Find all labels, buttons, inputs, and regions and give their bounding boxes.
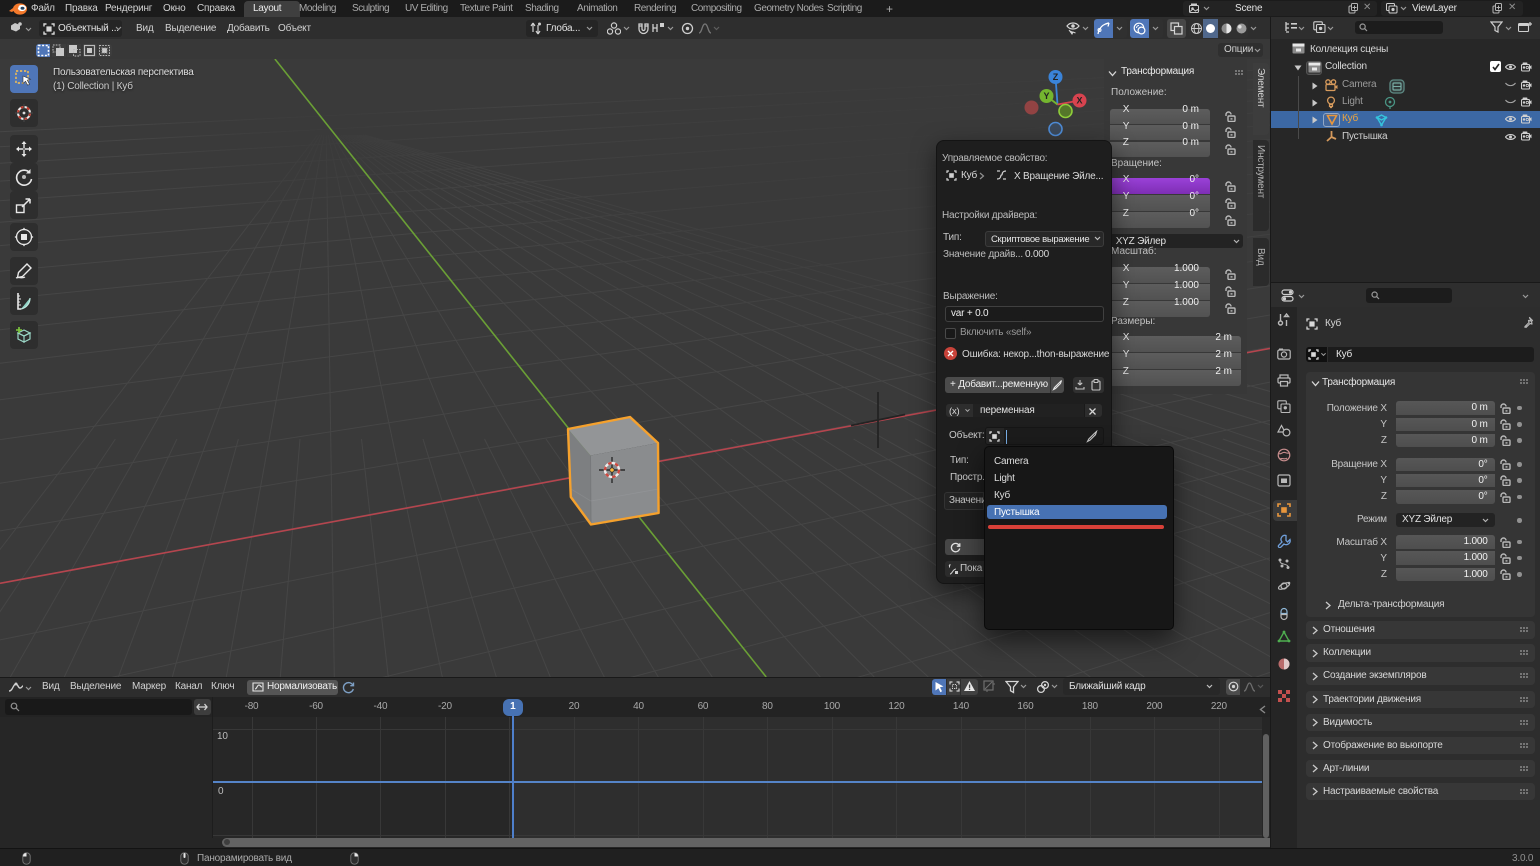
svg-text:Z: Z — [1053, 72, 1059, 82]
svg-text:Y: Y — [1043, 91, 1049, 101]
svg-text:X: X — [1076, 96, 1082, 106]
